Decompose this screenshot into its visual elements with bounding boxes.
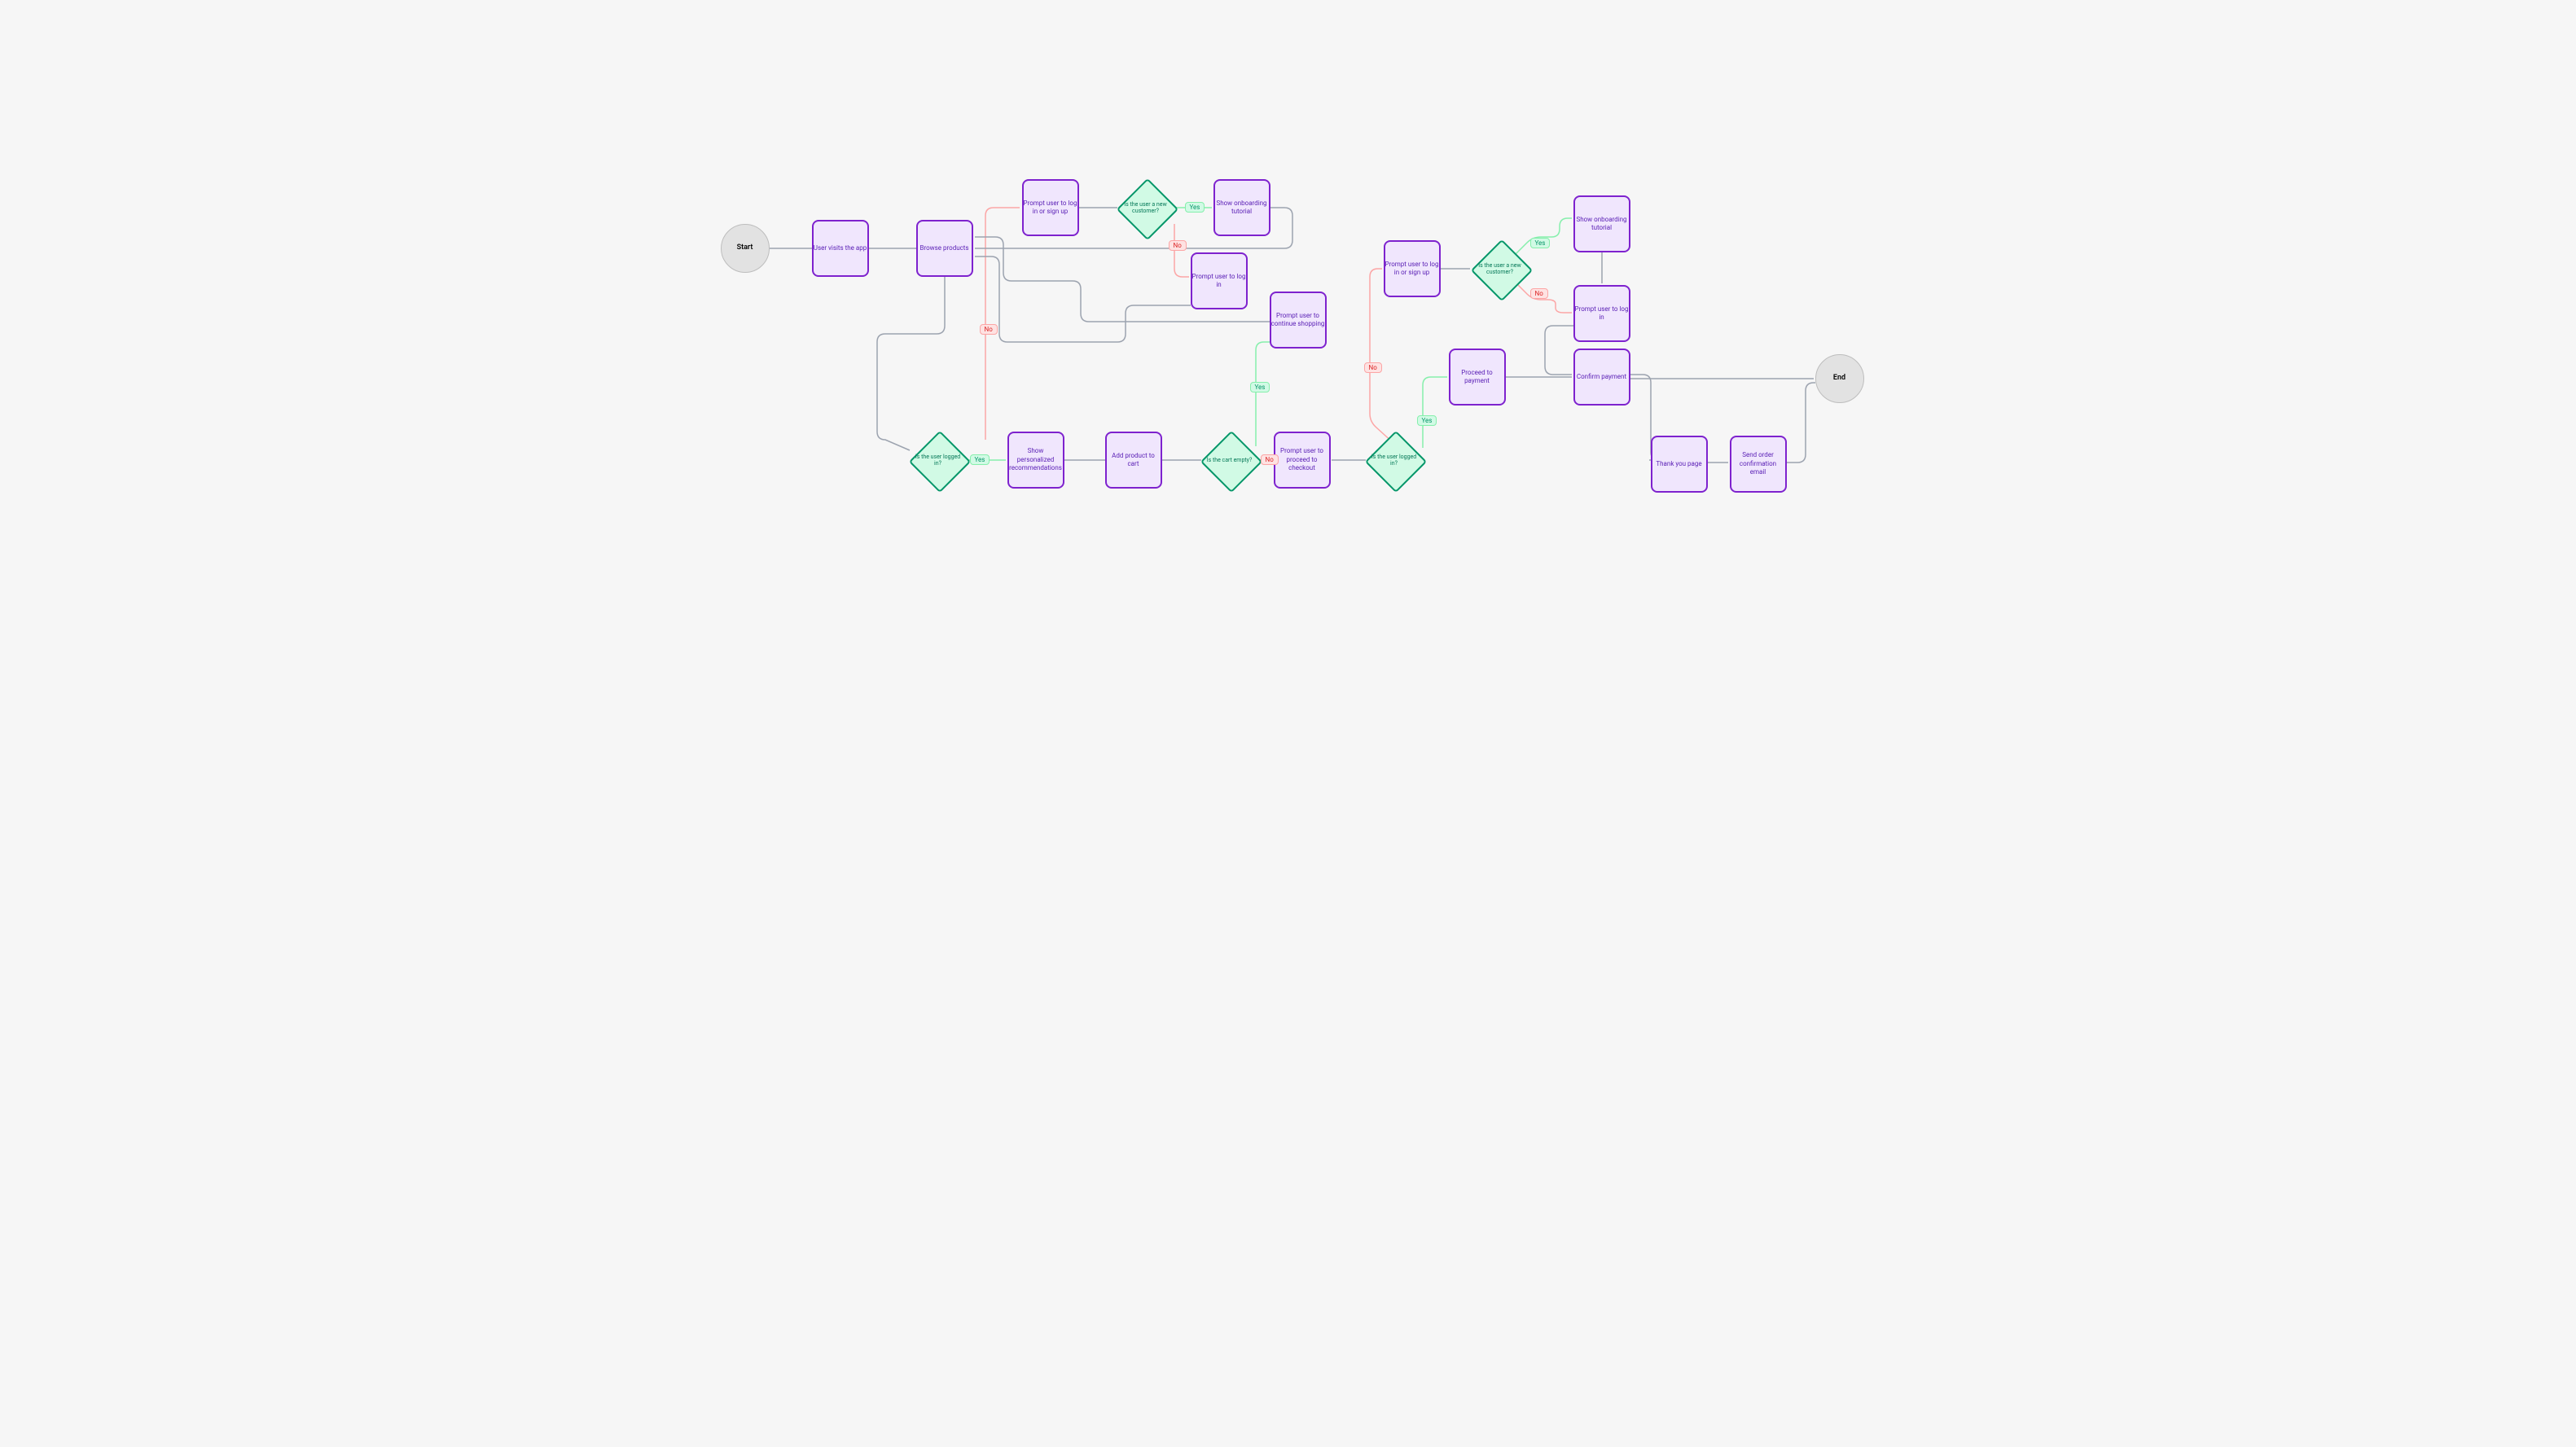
edge-label-yes: Yes [1417, 415, 1437, 426]
node-label: Add product to cart [1107, 452, 1161, 469]
terminal-start-label: Start [737, 243, 753, 253]
node-label: Show onboarding tutorial [1215, 200, 1269, 217]
node-label: Prompt user to log in [1192, 273, 1246, 290]
decision-label: Is the cart empty? [1201, 432, 1258, 489]
node-browse-products[interactable]: Browse products [916, 220, 973, 277]
node-label: Send order confirmation email [1731, 451, 1785, 476]
edge-label-no: No [980, 324, 998, 335]
node-label: Show onboarding tutorial [1575, 216, 1629, 233]
node-thank-you[interactable]: Thank you page [1651, 436, 1708, 493]
node-label: Proceed to payment [1450, 369, 1504, 386]
node-label: Show personalized recommendations [1009, 447, 1063, 472]
decision-label: Is the user a new customer? [1472, 240, 1529, 297]
terminal-end[interactable]: End [1815, 354, 1864, 403]
node-show-onboarding-2[interactable]: Show onboarding tutorial [1573, 195, 1630, 252]
node-prompt-login-1[interactable]: Prompt user to log in [1191, 252, 1248, 309]
decision-logged-in-1[interactable]: Is the user logged in? [910, 432, 967, 489]
edge-label-no: No [1261, 454, 1279, 465]
terminal-end-label: End [1833, 374, 1845, 384]
edge-label-no: No [1169, 240, 1187, 251]
edge-label-yes: Yes [1185, 202, 1205, 213]
decision-new-customer-2[interactable]: Is the user a new customer? [1472, 240, 1529, 297]
decision-label: Is the user a new customer? [1117, 179, 1174, 236]
node-label: Prompt user to continue shopping [1271, 312, 1325, 329]
edge-label-yes: Yes [970, 454, 990, 465]
edge-label-yes: Yes [1250, 382, 1270, 392]
decision-label: Is the user logged in? [910, 432, 967, 489]
edge-label-yes: Yes [1530, 238, 1551, 248]
node-label: Prompt user to proceed to checkout [1275, 447, 1329, 472]
node-show-onboarding-1[interactable]: Show onboarding tutorial [1213, 179, 1270, 236]
node-proceed-payment[interactable]: Proceed to payment [1449, 349, 1506, 406]
node-label: User visits the app [814, 244, 867, 252]
decision-new-customer-1[interactable]: Is the user a new customer? [1117, 179, 1174, 236]
node-label: Prompt user to log in or sign up [1024, 200, 1077, 217]
edge-label-no: No [1364, 362, 1382, 373]
node-user-visits[interactable]: User visits the app [812, 220, 869, 277]
node-label: Thank you page [1656, 460, 1701, 468]
node-continue-shopping[interactable]: Prompt user to continue shopping [1270, 292, 1327, 349]
node-label: Browse products [919, 244, 968, 252]
edge-label-no: No [1530, 288, 1548, 299]
node-prompt-login-2[interactable]: Prompt user to log in [1573, 285, 1630, 342]
decision-cart-empty[interactable]: Is the cart empty? [1201, 432, 1258, 489]
node-label: Prompt user to log in or sign up [1385, 261, 1439, 278]
node-confirmation-email[interactable]: Send order confirmation email [1730, 436, 1787, 493]
flowchart-canvas: Start End User visits the app Browse pro… [698, 0, 1879, 668]
node-label: Confirm payment [1577, 373, 1626, 381]
node-label: Prompt user to log in [1575, 305, 1629, 322]
node-confirm-payment[interactable]: Confirm payment [1573, 349, 1630, 406]
node-prompt-login-signup-2[interactable]: Prompt user to log in or sign up [1384, 240, 1441, 297]
decision-label: Is the user logged in? [1366, 432, 1423, 489]
node-recommendations[interactable]: Show personalized recommendations [1007, 432, 1064, 489]
node-prompt-login-signup-1[interactable]: Prompt user to log in or sign up [1022, 179, 1079, 236]
decision-logged-in-2[interactable]: Is the user logged in? [1366, 432, 1423, 489]
node-proceed-checkout[interactable]: Prompt user to proceed to checkout [1274, 432, 1331, 489]
terminal-start[interactable]: Start [721, 224, 770, 273]
node-add-to-cart[interactable]: Add product to cart [1105, 432, 1162, 489]
